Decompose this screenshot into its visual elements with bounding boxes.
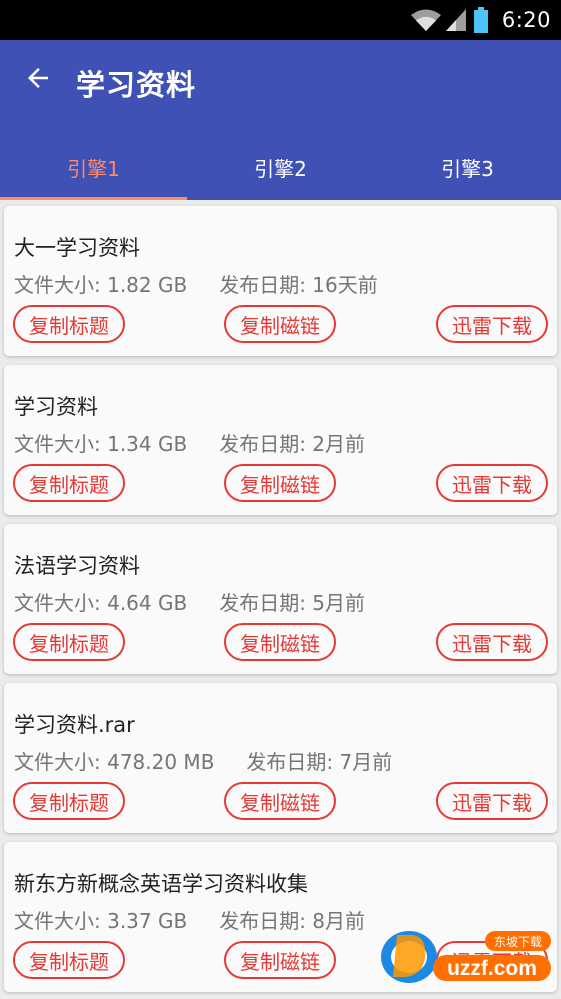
tab-label: 引擎1	[67, 156, 120, 181]
item-title: 大一学习资料	[14, 236, 140, 260]
item-actions: 复制标题 复制磁链 迅雷下载	[13, 623, 548, 661]
xunlei-download-button[interactable]: 迅雷下载	[436, 623, 548, 661]
list-item: 学习资料.rar 文件大小: 478.20 MB 发布日期: 7月前 复制标题 …	[4, 683, 557, 833]
item-actions: 复制标题 复制磁链 迅雷下载	[13, 464, 548, 502]
tab-label: 引擎2	[254, 156, 307, 181]
copy-magnet-button[interactable]: 复制磁链	[224, 464, 336, 502]
page-title: 学习资料	[76, 68, 197, 102]
copy-magnet-button[interactable]: 复制磁链	[224, 623, 336, 661]
tab-engine-3[interactable]: 引擎3	[374, 134, 561, 200]
status-clock: 6:20	[501, 8, 551, 32]
item-size: 文件大小: 4.64 GB	[14, 591, 188, 615]
copy-magnet-button[interactable]: 复制磁链	[224, 305, 336, 343]
item-date: 发布日期: 7月前	[246, 750, 393, 774]
uzzf-watermark: uzzf.com 东坡下载	[375, 925, 555, 987]
item-meta: 文件大小: 1.34 GB 发布日期: 2月前	[14, 428, 365, 457]
tab-engine-2[interactable]: 引擎2	[187, 134, 374, 200]
tab-engine-1[interactable]: 引擎1	[0, 134, 187, 200]
copy-title-button[interactable]: 复制标题	[13, 464, 125, 502]
list-item: 大一学习资料 文件大小: 1.82 GB 发布日期: 16天前 复制标题 复制磁…	[4, 206, 557, 356]
item-size: 文件大小: 1.34 GB	[14, 432, 188, 456]
item-meta: 文件大小: 1.82 GB 发布日期: 16天前	[14, 269, 378, 298]
list-item: 法语学习资料 文件大小: 4.64 GB 发布日期: 5月前 复制标题 复制磁链…	[4, 524, 557, 674]
item-date: 发布日期: 5月前	[219, 591, 366, 615]
back-button[interactable]	[18, 58, 58, 98]
item-size: 文件大小: 3.37 GB	[14, 909, 188, 933]
item-date: 发布日期: 2月前	[219, 432, 366, 456]
item-title: 学习资料	[14, 395, 98, 419]
item-meta: 文件大小: 478.20 MB 发布日期: 7月前	[14, 746, 392, 775]
xunlei-download-button[interactable]: 迅雷下载	[436, 305, 548, 343]
tab-label: 引擎3	[441, 156, 494, 181]
copy-title-button[interactable]: 复制标题	[13, 941, 125, 979]
tab-bar: 引擎1 引擎2 引擎3	[0, 134, 561, 200]
status-icons: 6:20	[410, 0, 561, 40]
copy-magnet-button[interactable]: 复制磁链	[224, 941, 336, 979]
battery-icon	[473, 7, 488, 33]
copy-title-button[interactable]: 复制标题	[13, 623, 125, 661]
tab-indicator	[0, 197, 187, 200]
item-actions: 复制标题 复制磁链 迅雷下载	[13, 782, 548, 820]
copy-title-button[interactable]: 复制标题	[13, 305, 125, 343]
item-date: 发布日期: 8月前	[219, 909, 366, 933]
item-meta: 文件大小: 4.64 GB 发布日期: 5月前	[14, 587, 365, 616]
xunlei-download-button[interactable]: 迅雷下载	[436, 782, 548, 820]
uzzf-logo-icon: uzzf.com 东坡下载	[381, 931, 551, 983]
list-item: 学习资料 文件大小: 1.34 GB 发布日期: 2月前 复制标题 复制磁链 迅…	[4, 365, 557, 515]
arrow-back-icon	[28, 68, 48, 88]
item-title: 新东方新概念英语学习资料收集	[14, 872, 308, 896]
item-meta: 文件大小: 3.37 GB 发布日期: 8月前	[14, 905, 365, 934]
item-size: 文件大小: 1.82 GB	[14, 273, 188, 297]
item-date: 发布日期: 16天前	[219, 273, 378, 297]
copy-title-button[interactable]: 复制标题	[13, 782, 125, 820]
item-title: 法语学习资料	[14, 554, 140, 578]
status-bar: 6:20	[0, 0, 561, 40]
wifi-icon	[410, 9, 441, 31]
item-title: 学习资料.rar	[14, 713, 135, 737]
item-actions: 复制标题 复制磁链 迅雷下载	[13, 305, 548, 343]
item-size: 文件大小: 478.20 MB	[14, 750, 215, 774]
watermark-subtext: 东坡下载	[494, 935, 542, 949]
app-bar: 学习资料 引擎1 引擎2 引擎3	[0, 40, 561, 200]
xunlei-download-button[interactable]: 迅雷下载	[436, 464, 548, 502]
signal-icon	[445, 9, 466, 31]
copy-magnet-button[interactable]: 复制磁链	[224, 782, 336, 820]
watermark-text: uzzf.com	[447, 957, 537, 980]
